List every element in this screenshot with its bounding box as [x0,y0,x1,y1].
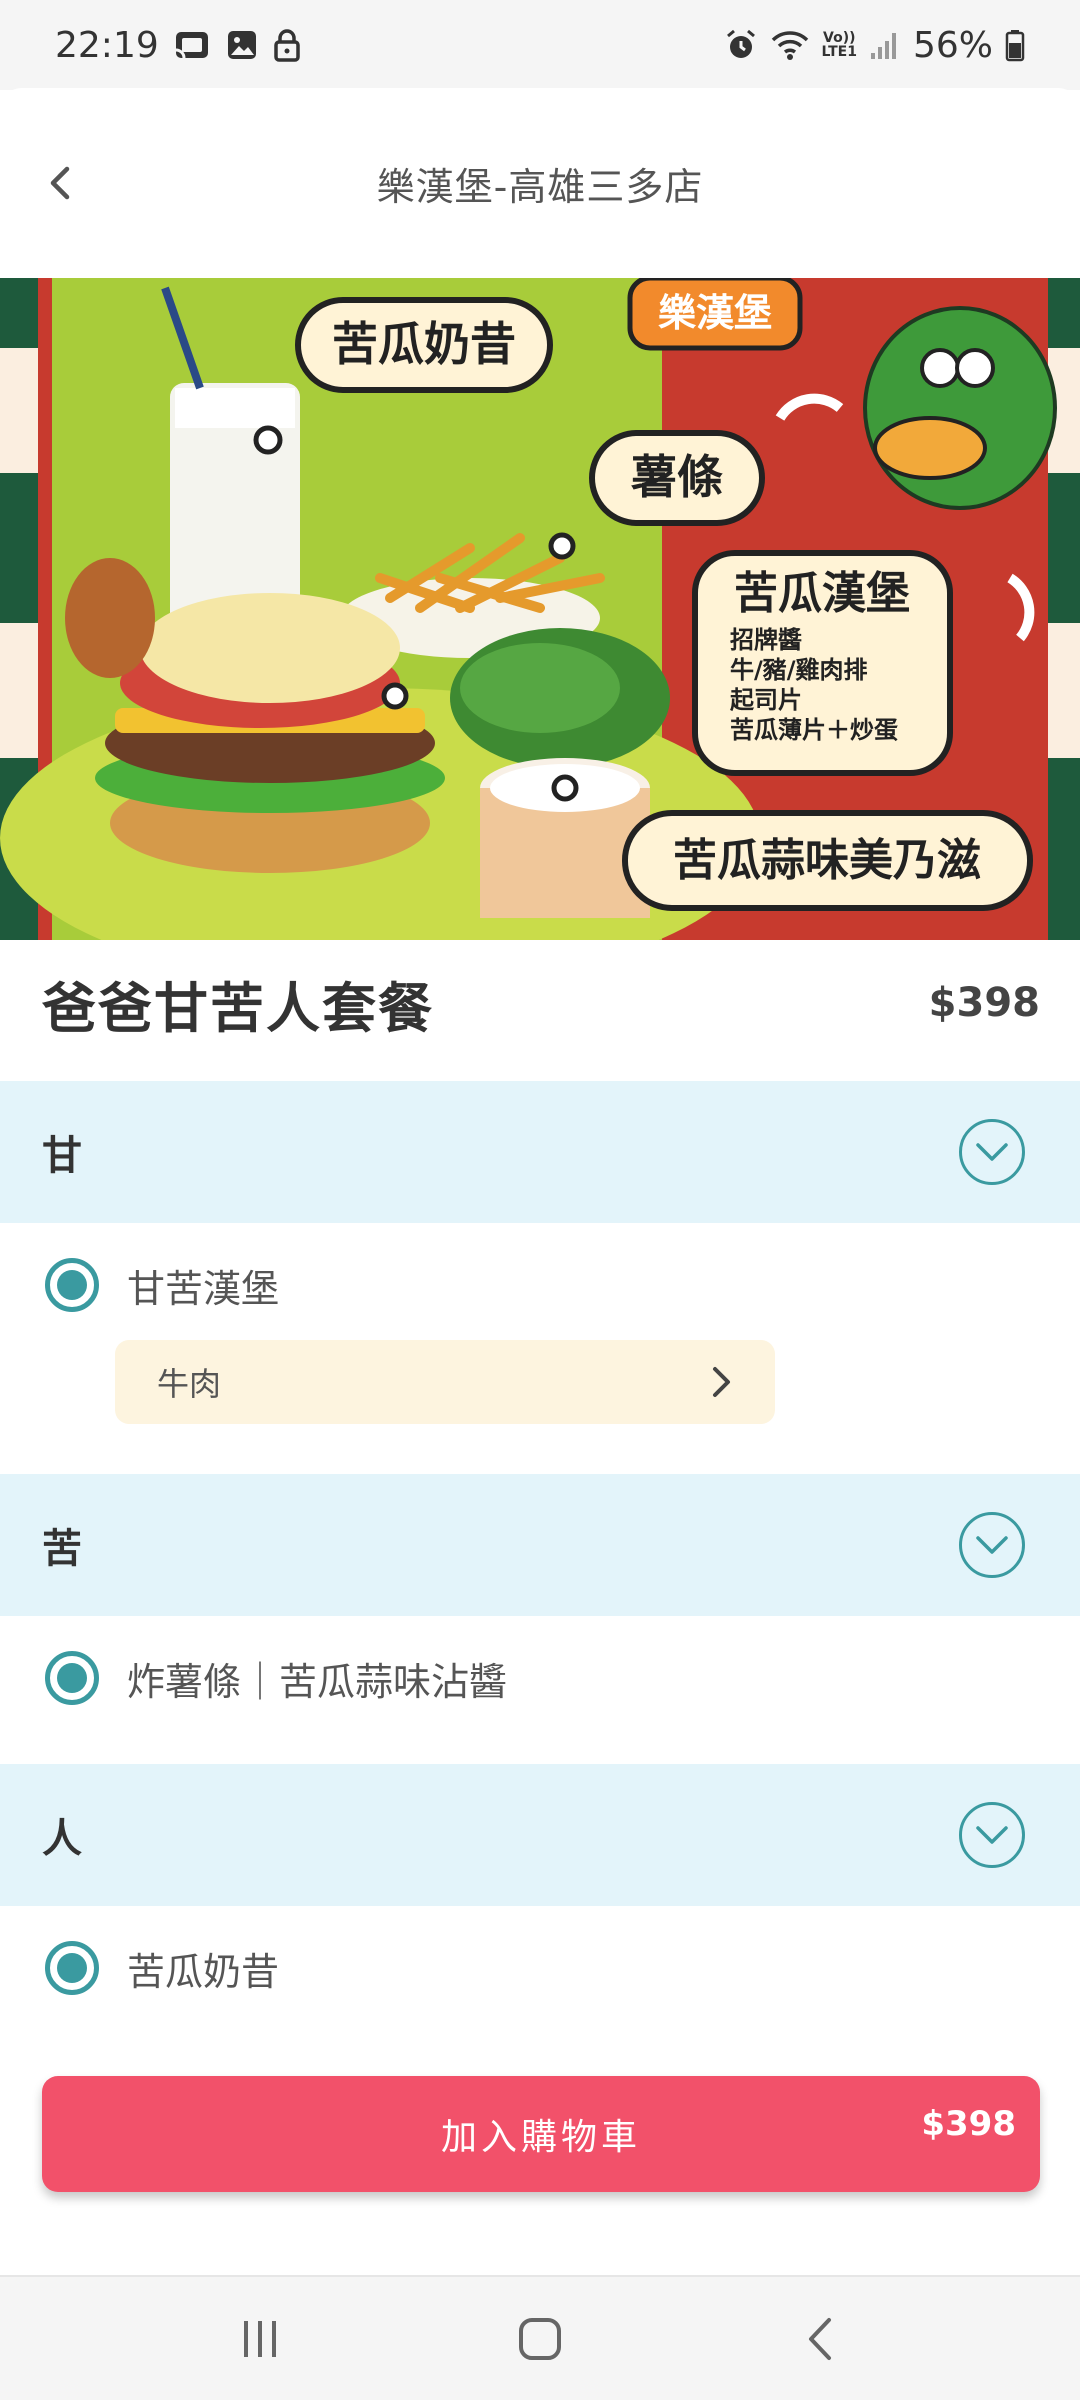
section-header-3[interactable]: 人 [0,1764,1080,1906]
expand-button[interactable] [959,1119,1025,1185]
section-title: 甘 [42,1133,82,1179]
system-nav-bar [0,2275,1080,2400]
recent-apps-button[interactable] [205,2299,315,2379]
recent-apps-icon [244,2320,276,2357]
expand-button[interactable] [959,1512,1025,1578]
cast-icon [173,28,211,62]
chevron-down-icon [976,1536,1008,1554]
chevron-right-icon [701,1362,741,1402]
back-arrow-icon [809,2317,831,2360]
radio-button[interactable] [45,1941,99,1995]
battery-icon [1005,28,1025,62]
hero-burger-desc-2: 牛/豬/雞肉排 [730,656,868,684]
hero-burger-desc-4: 苦瓜薄片＋炒蛋 [730,716,898,744]
product-name: 爸爸甘苦人套餐 [42,976,434,1040]
lock-icon [273,28,301,62]
home-button[interactable] [485,2299,595,2379]
system-back-button[interactable] [765,2299,875,2379]
option-label: 甘苦漢堡 [127,1266,280,1311]
product-image: 苦瓜奶昔 薯條 苦瓜漢堡 招牌醬 牛/豬/雞肉排 起司片 苦瓜薄片＋炒蛋 苦瓜蒜… [0,278,1080,940]
option-item[interactable]: 炸薯條｜苦瓜蒜味沾醬 [45,1643,945,1713]
home-icon [519,2317,561,2360]
product-info: 爸爸甘苦人套餐 $398 [42,958,1040,1048]
chevron-down-icon [976,1826,1008,1844]
hero-label-milkshake: 苦瓜奶昔 [332,317,516,371]
hero-burger-desc-1: 招牌醬 [730,626,802,654]
chevron-left-icon [50,166,70,200]
product-price: $398 [928,980,1040,1026]
lte-indicator: Vo)) LTE1 [821,30,857,60]
wifi-icon [770,29,810,61]
status-right: Vo)) LTE1 56% [724,25,1025,66]
section-title: 人 [42,1816,82,1862]
hero-brand: 樂漢堡 [658,291,772,335]
variant-label: 牛肉 [157,1365,222,1403]
product-sheet: 樂漢堡-高雄三多店 苦瓜奶昔 薯條 苦瓜漢堡 招牌醬 牛/豬/雞肉排 起司片 苦… [0,88,1080,2273]
cart-price: $398 [921,2104,1016,2144]
back-button[interactable] [30,153,90,213]
add-to-cart-button[interactable]: 加入購物車 $398 [42,2076,1040,2192]
option-label: 苦瓜奶昔 [127,1949,280,1994]
add-to-cart-label: 加入購物車 [440,2117,641,2158]
hero-burger-desc-3: 起司片 [729,686,802,714]
alarm-icon [724,28,758,62]
battery-percent: 56% [912,24,993,66]
radio-button[interactable] [45,1651,99,1705]
status-bar: 22:19 Vo)) LTE1 56% [0,0,1080,90]
section-title: 苦 [42,1526,82,1572]
section-header-1[interactable]: 甘 [0,1081,1080,1223]
radio-button[interactable] [45,1258,99,1312]
gallery-icon [225,28,259,62]
signal-icon [869,29,901,61]
variant-selector[interactable]: 牛肉 [115,1340,775,1424]
option-label: 炸薯條｜苦瓜蒜味沾醬 [127,1659,508,1704]
option-item[interactable]: 甘苦漢堡 [45,1250,945,1320]
chevron-down-icon [976,1143,1008,1161]
option-item[interactable]: 苦瓜奶昔 [45,1933,945,2003]
status-left: 22:19 [55,25,301,66]
header: 樂漢堡-高雄三多店 [0,88,1080,278]
section-header-2[interactable]: 苦 [0,1474,1080,1616]
hero-label-mayo: 苦瓜蒜味美乃滋 [673,835,981,886]
hero-label-burger: 苦瓜漢堡 [734,568,910,619]
store-title: 樂漢堡-高雄三多店 [376,164,704,209]
expand-button[interactable] [959,1802,1025,1868]
hero-label-fries: 薯條 [631,450,723,504]
status-time: 22:19 [55,24,159,66]
